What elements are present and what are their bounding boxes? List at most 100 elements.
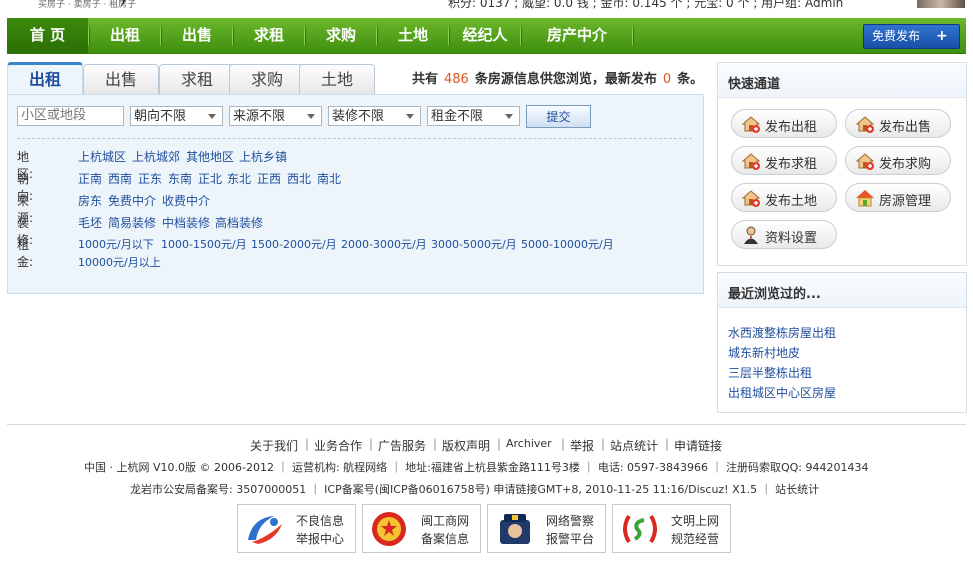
filter-option[interactable]: 正东 [138, 170, 162, 187]
emblem-icon [372, 512, 406, 546]
filter-option[interactable]: 西北 [287, 170, 311, 187]
filter-option[interactable]: 2000-3000元/月 [341, 236, 427, 252]
rent-select[interactable]: 租金不限 [427, 106, 520, 126]
badge-line: 不良信息 [296, 514, 345, 528]
badge-line: 报警平台 [546, 532, 595, 546]
footer-separator: | [561, 437, 566, 451]
avatar[interactable] [917, 0, 965, 8]
filter-option[interactable]: 5000-10000元/月 [521, 236, 614, 252]
recent-item[interactable]: 出租城区中心区房屋 [728, 384, 836, 401]
footer-link-business[interactable]: 业务合作 [314, 437, 362, 454]
filter-option[interactable]: 上杭乡镇 [239, 148, 287, 165]
count-total: 486 [444, 72, 469, 87]
filter-option[interactable]: 其他地区 [186, 148, 234, 165]
nav-want-rent[interactable]: 求租 [234, 18, 304, 53]
nav-land[interactable]: 土地 [378, 18, 448, 53]
filter-option[interactable]: 1500-2000元/月 [251, 236, 337, 252]
report-center-icon [248, 516, 282, 544]
tab-sale[interactable]: 出售 [83, 64, 159, 95]
badge-report-center[interactable]: 不良信息 举报中心 [237, 504, 356, 553]
tab-want-rent[interactable]: 求租 [159, 64, 235, 95]
recent-item[interactable]: 水西渡整栋房屋出租 [728, 324, 836, 341]
filter-option[interactable]: 西南 [108, 170, 132, 187]
profile-settings-button[interactable]: 资料设置 [731, 220, 837, 249]
badge-line: 举报中心 [296, 532, 345, 546]
filter-option[interactable]: 正北 [198, 170, 222, 187]
badge-text: 闽工商网 备案信息 [421, 512, 469, 548]
police-icon [500, 514, 530, 544]
filter-option[interactable]: 上杭城郊 [132, 148, 180, 165]
footer-link-copyright[interactable]: 版权声明 [442, 437, 490, 454]
source-select[interactable]: 来源不限 [229, 106, 322, 126]
filter-option[interactable]: 1000元/月以下 [78, 236, 154, 252]
search-input[interactable] [17, 106, 124, 126]
filter-option[interactable]: 南北 [317, 170, 341, 187]
filter-option[interactable]: 正南 [78, 170, 102, 187]
filter-option[interactable]: 10000元/月以上 [78, 254, 161, 270]
orientation-select-value: 朝向不限 [134, 109, 187, 124]
filter-option[interactable]: 正西 [257, 170, 281, 187]
filter-option[interactable]: 高档装修 [215, 214, 263, 231]
tab-rent[interactable]: 出租 [7, 62, 83, 95]
badge-civilized-web[interactable]: 文明上网 规范经营 [612, 504, 731, 553]
filter-option[interactable]: 中档装修 [162, 214, 210, 231]
filter-option[interactable]: 东南 [168, 170, 192, 187]
house-icon [855, 116, 875, 133]
recent-item[interactable]: 三层半整栋出租 [728, 364, 812, 381]
badge-business-registry[interactable]: 闽工商网 备案信息 [362, 504, 481, 553]
footer-separator: | [433, 437, 438, 451]
publish-want-rent-label: 发布求租 [765, 157, 818, 172]
nav-want-buy[interactable]: 求购 [306, 18, 376, 53]
recent-box: 最近浏览过的... 水西渡整栋房屋出租 城东新村地皮 三层半整栋出租 出租城区中… [717, 272, 967, 413]
main-nav: 首 页 出租 出售 求租 求购 土地 经纪人 房产中介 免费发布 + [7, 18, 966, 54]
decoration-select[interactable]: 装修不限 [328, 106, 421, 126]
filter-option[interactable]: 3000-5000元/月 [431, 236, 517, 252]
footer-link-about[interactable]: 关于我们 [250, 437, 298, 454]
quick-channel-title: 快速通道 [728, 77, 781, 92]
filter-option[interactable]: 免费中介 [108, 192, 156, 209]
footer-link-ads[interactable]: 广告服务 [378, 437, 426, 454]
nav-home[interactable]: 首 页 [7, 18, 88, 53]
publish-sale-button[interactable]: 发布出售 [845, 109, 951, 138]
badge-cyber-police[interactable]: 网络警察 报警平台 [487, 504, 606, 553]
user-stats: 积分: 0137 ; 威望: 0.0 钱 ; 金币: 0.145 个 ; 元宝:… [448, 0, 844, 10]
free-publish-button[interactable]: 免费发布 + [863, 24, 960, 49]
publish-land-label: 发布土地 [765, 194, 818, 209]
count-prefix: 共有 [412, 72, 439, 87]
tab-land[interactable]: 土地 [299, 64, 375, 95]
submit-button[interactable]: 提交 [526, 105, 591, 128]
nav-sale[interactable]: 出售 [162, 18, 232, 53]
house-icon [855, 153, 875, 170]
badge-text: 网络警察 报警平台 [546, 512, 594, 548]
tab-want-buy[interactable]: 求购 [229, 64, 305, 95]
footer-link-apply[interactable]: 申请链接 [674, 437, 722, 454]
nav-agency[interactable]: 房产中介 [522, 18, 632, 53]
count-latest: 0 [662, 72, 672, 87]
publish-land-button[interactable]: 发布土地 [731, 183, 837, 212]
filter-option[interactable]: 房东 [78, 192, 102, 209]
rent-select-value: 租金不限 [431, 109, 484, 124]
badge-text: 不良信息 举报中心 [296, 512, 344, 548]
orientation-select[interactable]: 朝向不限 [130, 106, 223, 126]
profile-settings-label: 资料设置 [765, 231, 818, 246]
recent-item[interactable]: 城东新村地皮 [728, 344, 800, 361]
footer-link-stats[interactable]: 站点统计 [610, 437, 658, 454]
footer-separator: | [497, 437, 502, 451]
filter-option[interactable]: 简易装修 [108, 214, 156, 231]
nav-rent[interactable]: 出租 [90, 18, 160, 53]
nav-agent[interactable]: 经纪人 [450, 18, 520, 53]
listing-manage-label: 房源管理 [879, 194, 932, 209]
publish-want-rent-button[interactable]: 发布求租 [731, 146, 837, 175]
filter-option[interactable]: 东北 [227, 170, 251, 187]
publish-rent-button[interactable]: 发布出租 [731, 109, 837, 138]
listing-manage-button[interactable]: 房源管理 [845, 183, 951, 212]
footer-link-archiver[interactable]: Archiver [506, 437, 552, 450]
footer-link-report[interactable]: 举报 [570, 437, 594, 454]
filter-option[interactable]: 1000-1500元/月 [161, 236, 247, 252]
footer-separator: | [601, 437, 606, 451]
publish-want-buy-button[interactable]: 发布求购 [845, 146, 951, 175]
filter-option[interactable]: 收费中介 [162, 192, 210, 209]
filter-option[interactable]: 上杭城区 [78, 148, 126, 165]
badge-line: 规范经营 [671, 532, 720, 546]
filter-option[interactable]: 毛坯 [78, 214, 102, 231]
